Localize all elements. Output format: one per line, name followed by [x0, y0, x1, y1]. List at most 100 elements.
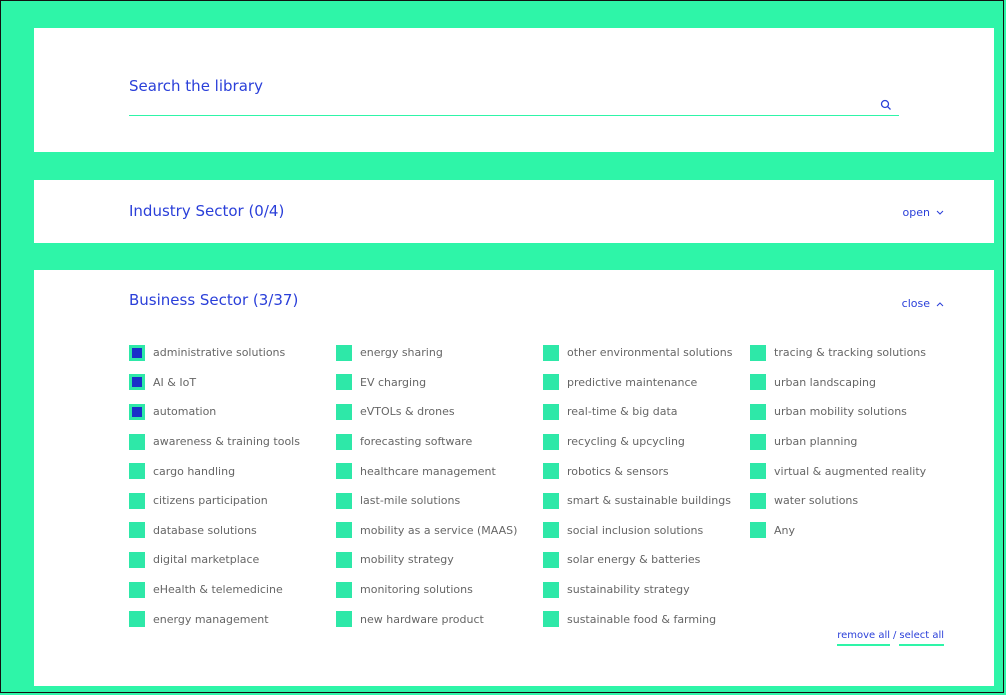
checkbox[interactable]	[129, 403, 145, 420]
checkbox[interactable]	[336, 611, 352, 628]
checkbox[interactable]	[543, 433, 559, 450]
checkbox[interactable]	[750, 492, 766, 509]
checkbox-option[interactable]: predictive maintenance	[543, 368, 750, 398]
checkbox-label: mobility strategy	[360, 553, 454, 567]
checkbox[interactable]	[336, 522, 352, 539]
checkbox-option[interactable]: robotics & sensors	[543, 456, 750, 486]
checkbox-option[interactable]: forecasting software	[336, 427, 543, 457]
checkbox[interactable]	[129, 463, 145, 480]
checkbox-option[interactable]: virtual & augmented reality	[750, 456, 957, 486]
checkbox-option[interactable]: citizens participation	[129, 486, 336, 516]
checkbox[interactable]	[336, 403, 352, 420]
checkbox-option[interactable]: recycling & upcycling	[543, 427, 750, 457]
checkbox-option[interactable]: solar energy & batteries	[543, 545, 750, 575]
checkbox[interactable]	[543, 581, 559, 598]
checkbox-option[interactable]: other environmental solutions	[543, 338, 750, 368]
checkbox-option[interactable]: water solutions	[750, 486, 957, 516]
checkbox-option[interactable]: digital marketplace	[129, 545, 336, 575]
checkbox-option[interactable]: sustainable food & farming	[543, 604, 750, 634]
toggle-label: open	[902, 206, 930, 219]
checkbox-label: social inclusion solutions	[567, 523, 704, 537]
checkbox-option[interactable]: last-mile solutions	[336, 486, 543, 516]
select-all-link[interactable]: select all	[899, 630, 944, 646]
checkbox[interactable]	[750, 463, 766, 480]
checkbox-option[interactable]: social inclusion solutions	[543, 516, 750, 546]
checkbox[interactable]	[750, 403, 766, 420]
checkbox[interactable]	[336, 433, 352, 450]
checkbox-option[interactable]: eHealth & telemedicine	[129, 575, 336, 605]
checkbox-option[interactable]: energy sharing	[336, 338, 543, 368]
checkbox[interactable]	[129, 551, 145, 568]
search-label: Search the library	[129, 77, 263, 95]
checkbox-option[interactable]: urban landscaping	[750, 368, 957, 398]
checkbox[interactable]	[543, 522, 559, 539]
checkbox-option[interactable]: eVTOLs & drones	[336, 397, 543, 427]
checkbox-option[interactable]: awareness & training tools	[129, 427, 336, 457]
checkbox[interactable]	[129, 374, 145, 391]
checkbox[interactable]	[750, 344, 766, 361]
checkbox[interactable]	[336, 374, 352, 391]
business-sector-panel: Business Sector (3/37) close administrat…	[34, 270, 994, 686]
checkbox[interactable]	[750, 522, 766, 539]
checkbox-label: EV charging	[360, 375, 427, 389]
checkbox-label: cargo handling	[153, 464, 236, 478]
checkbox-label: automation	[153, 405, 217, 419]
checkbox-option[interactable]: EV charging	[336, 368, 543, 398]
checkbox-option[interactable]: AI & IoT	[129, 368, 336, 398]
checkbox-label: healthcare management	[360, 464, 496, 478]
search-input[interactable]	[129, 115, 899, 116]
checkbox-label: other environmental solutions	[567, 346, 733, 360]
checkbox-option[interactable]: automation	[129, 397, 336, 427]
search-icon[interactable]	[880, 99, 892, 111]
checkbox-label: energy sharing	[360, 346, 443, 360]
checkbox-option[interactable]: urban mobility solutions	[750, 397, 957, 427]
checkbox-label: tracing & tracking solutions	[774, 346, 926, 360]
checkbox[interactable]	[129, 611, 145, 628]
checkbox[interactable]	[543, 492, 559, 509]
checkbox[interactable]	[543, 403, 559, 420]
checkbox-option[interactable]: monitoring solutions	[336, 575, 543, 605]
checkbox[interactable]	[543, 551, 559, 568]
checkbox-option[interactable]: smart & sustainable buildings	[543, 486, 750, 516]
checkbox-option[interactable]: energy management	[129, 604, 336, 634]
checkbox[interactable]	[336, 551, 352, 568]
checkbox-label: solar energy & batteries	[567, 553, 701, 567]
checkbox-option[interactable]: database solutions	[129, 516, 336, 546]
checkbox-option[interactable]: sustainability strategy	[543, 575, 750, 605]
checkbox[interactable]	[129, 344, 145, 361]
remove-all-link[interactable]: remove all	[837, 630, 891, 646]
checkbox[interactable]	[543, 344, 559, 361]
checkbox[interactable]	[336, 344, 352, 361]
checkbox[interactable]	[750, 374, 766, 391]
checkbox-option[interactable]: mobility as a service (MAAS)	[336, 516, 543, 546]
industry-open-toggle[interactable]: open	[903, 206, 944, 219]
checkbox[interactable]	[543, 463, 559, 480]
checkbox-label: eVTOLs & drones	[360, 405, 455, 419]
option-column: energy sharing EV charging eVTOLs & drones…	[336, 338, 543, 634]
checkbox[interactable]	[750, 433, 766, 450]
industry-sector-title[interactable]: Industry Sector (0/4)	[129, 202, 284, 220]
checkbox-option[interactable]: Any	[750, 516, 957, 546]
business-sector-title[interactable]: Business Sector (3/37)	[129, 291, 298, 309]
checkbox-option[interactable]: new hardware product	[336, 604, 543, 634]
business-sector-options: administrative solutions AI & IoT automati…	[129, 338, 957, 634]
checkbox[interactable]	[336, 463, 352, 480]
checkbox[interactable]	[543, 374, 559, 391]
checkbox[interactable]	[336, 581, 352, 598]
business-close-toggle[interactable]: close	[902, 297, 944, 310]
checkbox-option[interactable]: administrative solutions	[129, 338, 336, 368]
checkbox-label: urban mobility solutions	[774, 405, 907, 419]
checkbox[interactable]	[129, 433, 145, 450]
checkbox-option[interactable]: healthcare management	[336, 456, 543, 486]
checkbox[interactable]	[129, 492, 145, 509]
checkbox-option[interactable]: urban planning	[750, 427, 957, 457]
checkbox-option[interactable]: cargo handling	[129, 456, 336, 486]
checkbox-option[interactable]: mobility strategy	[336, 545, 543, 575]
checkbox-label: water solutions	[774, 494, 859, 508]
checkbox[interactable]	[336, 492, 352, 509]
checkbox-option[interactable]: real-time & big data	[543, 397, 750, 427]
checkbox[interactable]	[543, 611, 559, 628]
checkbox[interactable]	[129, 522, 145, 539]
checkbox-option[interactable]: tracing & tracking solutions	[750, 338, 957, 368]
checkbox[interactable]	[129, 581, 145, 598]
